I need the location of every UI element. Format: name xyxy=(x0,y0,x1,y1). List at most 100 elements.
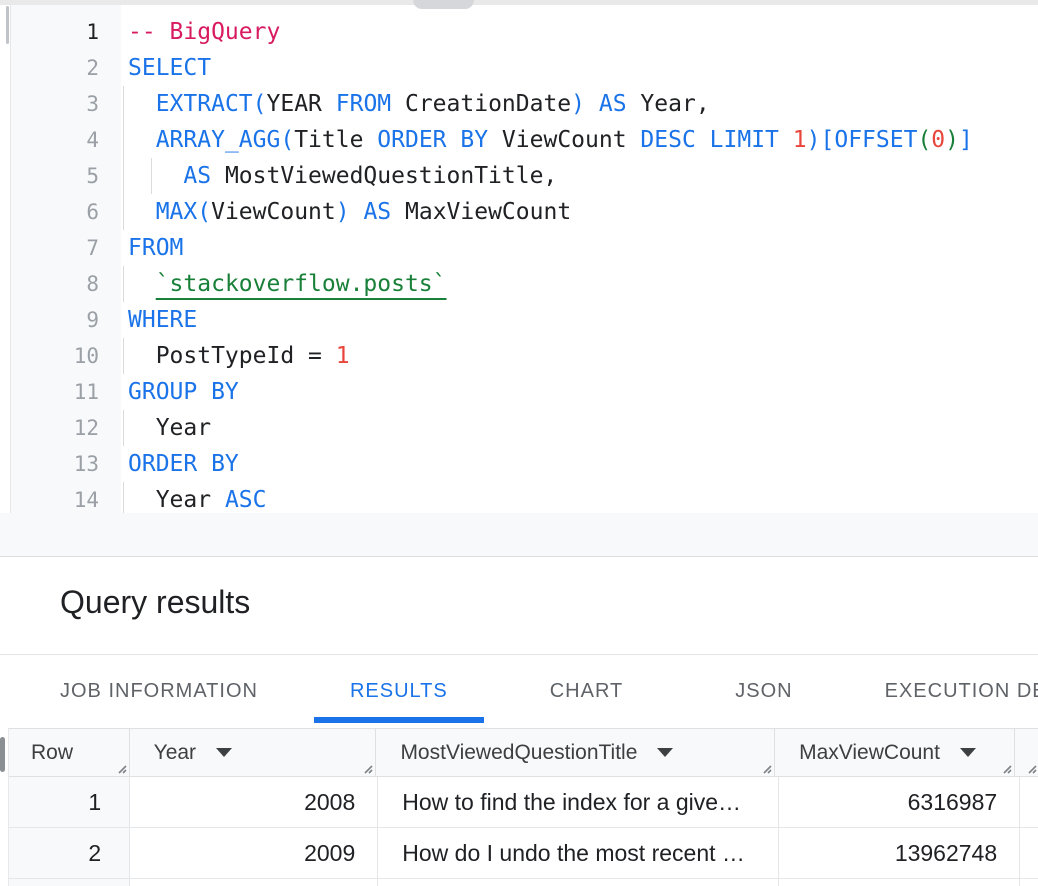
code-token xyxy=(350,199,364,225)
code-token xyxy=(363,127,377,153)
code-line[interactable]: SELECT xyxy=(121,50,1038,86)
indent-guide xyxy=(123,86,124,122)
column-header-label: MaxViewCount xyxy=(799,741,940,765)
code-line[interactable]: GROUP BY xyxy=(121,374,1038,410)
code-line[interactable]: ORDER BY xyxy=(121,446,1038,482)
resize-grip-icon[interactable] xyxy=(758,760,772,774)
table-cell: How do I undo the most recent … xyxy=(378,828,779,878)
code-token: FROM xyxy=(128,235,183,261)
table-cell-overflow xyxy=(1020,777,1038,827)
code-token xyxy=(128,91,156,117)
bigquery-results-page: 1234567891011121314 -- BigQuerySELECT EX… xyxy=(0,0,1038,886)
code-token: ] xyxy=(959,127,973,153)
sort-dropdown-arrow-icon[interactable] xyxy=(657,748,673,757)
code-token: ( xyxy=(917,127,931,153)
tab-execution-details[interactable]: EXECUTION DETAILS xyxy=(849,655,1038,728)
resize-grip-icon[interactable] xyxy=(998,760,1012,774)
code-token: ) xyxy=(807,127,821,153)
table-cell xyxy=(378,879,779,886)
code-token: 0 xyxy=(931,127,945,153)
table-cell xyxy=(1020,879,1038,886)
code-token: ARRAY_AGG xyxy=(156,127,281,153)
column-header-maxviewcount[interactable]: MaxViewCount xyxy=(775,729,1015,776)
indent-guide xyxy=(123,122,124,158)
table-cell: 2008 xyxy=(130,777,378,827)
sort-dropdown-arrow-icon[interactable] xyxy=(960,748,976,757)
code-token: ) xyxy=(571,91,585,117)
code-line[interactable]: WHERE xyxy=(121,302,1038,338)
query-results-header: Query results xyxy=(0,557,1038,654)
code-line[interactable]: Year ASC xyxy=(121,482,1038,513)
code-line[interactable]: Year xyxy=(121,410,1038,446)
sort-dropdown-arrow-icon[interactable] xyxy=(216,748,232,757)
results-vertical-scrollbar-thumb[interactable] xyxy=(0,737,5,772)
code-line[interactable]: -- BigQuery xyxy=(121,14,1038,50)
resize-grip-icon[interactable] xyxy=(359,760,373,774)
tab-job-information[interactable]: JOB INFORMATION xyxy=(24,655,294,728)
code-line[interactable]: MAX(ViewCount) AS MaxViewCount xyxy=(121,194,1038,230)
table-cell xyxy=(9,879,130,886)
results-table: Row Year MostViewedQuestionTitle MaxViewCou… xyxy=(8,728,1038,886)
indent-guide xyxy=(123,410,124,446)
column-header-row[interactable]: Row xyxy=(9,729,130,776)
code-token: AS xyxy=(183,163,211,189)
code-token xyxy=(128,271,156,297)
table-cell xyxy=(130,879,378,886)
tab-label: RESULTS xyxy=(350,680,448,703)
query-results-title: Query results xyxy=(60,583,1038,621)
results-tabs-bar: JOB INFORMATION RESULTS CHART JSON EXECUTION… xyxy=(0,654,1038,728)
resize-grip-icon[interactable] xyxy=(113,760,127,774)
code-token: ( xyxy=(253,91,267,117)
editor-vertical-scrollbar[interactable] xyxy=(0,5,11,513)
indent-guide xyxy=(151,158,152,194)
tab-chart[interactable]: CHART xyxy=(514,655,660,728)
editor-vertical-scrollbar-thumb[interactable] xyxy=(6,6,9,44)
sql-code-editor[interactable]: 1234567891011121314 -- BigQuerySELECT EX… xyxy=(0,5,1038,513)
code-token: ViewCount xyxy=(488,127,626,153)
code-token: 1 xyxy=(793,127,807,153)
code-line[interactable]: `stackoverflow.posts` xyxy=(121,266,1038,302)
line-number: 5 xyxy=(11,158,121,194)
code-token: PostTypeId = xyxy=(128,343,336,369)
code-area[interactable]: -- BigQuerySELECT EXTRACT(YEAR FROM Crea… xyxy=(121,5,1038,513)
column-header-year[interactable]: Year xyxy=(130,729,377,776)
tab-json[interactable]: JSON xyxy=(699,655,828,728)
column-header-overflow xyxy=(1015,729,1038,776)
column-header-label: Year xyxy=(154,741,196,765)
code-token: Year xyxy=(128,415,211,441)
code-line[interactable]: AS MostViewedQuestionTitle, xyxy=(121,158,1038,194)
table-cell: 2 xyxy=(9,828,130,878)
table-reference-link[interactable]: `stackoverflow.posts` xyxy=(156,271,447,297)
resize-grip-icon[interactable] xyxy=(1023,760,1037,774)
line-number: 7 xyxy=(11,230,121,266)
indent-guide xyxy=(123,482,124,513)
line-number: 10 xyxy=(11,338,121,374)
line-number-gutter: 1234567891011121314 xyxy=(11,5,121,513)
indent-guide xyxy=(123,266,124,302)
line-number: 12 xyxy=(11,410,121,446)
code-line[interactable]: ARRAY_AGG(Title ORDER BY ViewCount DESC … xyxy=(121,122,1038,158)
code-token: ORDER BY xyxy=(128,451,239,477)
indent-guide xyxy=(123,194,124,230)
code-line[interactable]: EXTRACT(YEAR FROM CreationDate) AS Year, xyxy=(121,86,1038,122)
editor-horizontal-scrollbar-thumb[interactable] xyxy=(413,0,474,9)
code-token xyxy=(128,127,156,153)
code-token: EXTRACT xyxy=(156,91,253,117)
column-header-mostviewedquestiontitle[interactable]: MostViewedQuestionTitle xyxy=(376,729,775,776)
line-number: 13 xyxy=(11,446,121,482)
code-token xyxy=(128,163,183,189)
column-header-label: Row xyxy=(31,741,73,765)
code-token: MaxViewCount xyxy=(391,199,571,225)
code-line[interactable]: FROM xyxy=(121,230,1038,266)
code-token: MostViewedQuestionTitle, xyxy=(211,163,557,189)
code-token: MAX xyxy=(156,199,198,225)
line-number: 9 xyxy=(11,302,121,338)
code-token xyxy=(627,127,641,153)
code-token: ViewCount xyxy=(211,199,336,225)
table-row: 22009How do I undo the most recent …1396… xyxy=(9,828,1038,879)
code-line[interactable]: PostTypeId = 1 xyxy=(121,338,1038,374)
tab-results[interactable]: RESULTS xyxy=(314,655,484,728)
code-token xyxy=(322,91,336,117)
tab-label: CHART xyxy=(550,680,624,703)
code-token: Title xyxy=(294,127,363,153)
